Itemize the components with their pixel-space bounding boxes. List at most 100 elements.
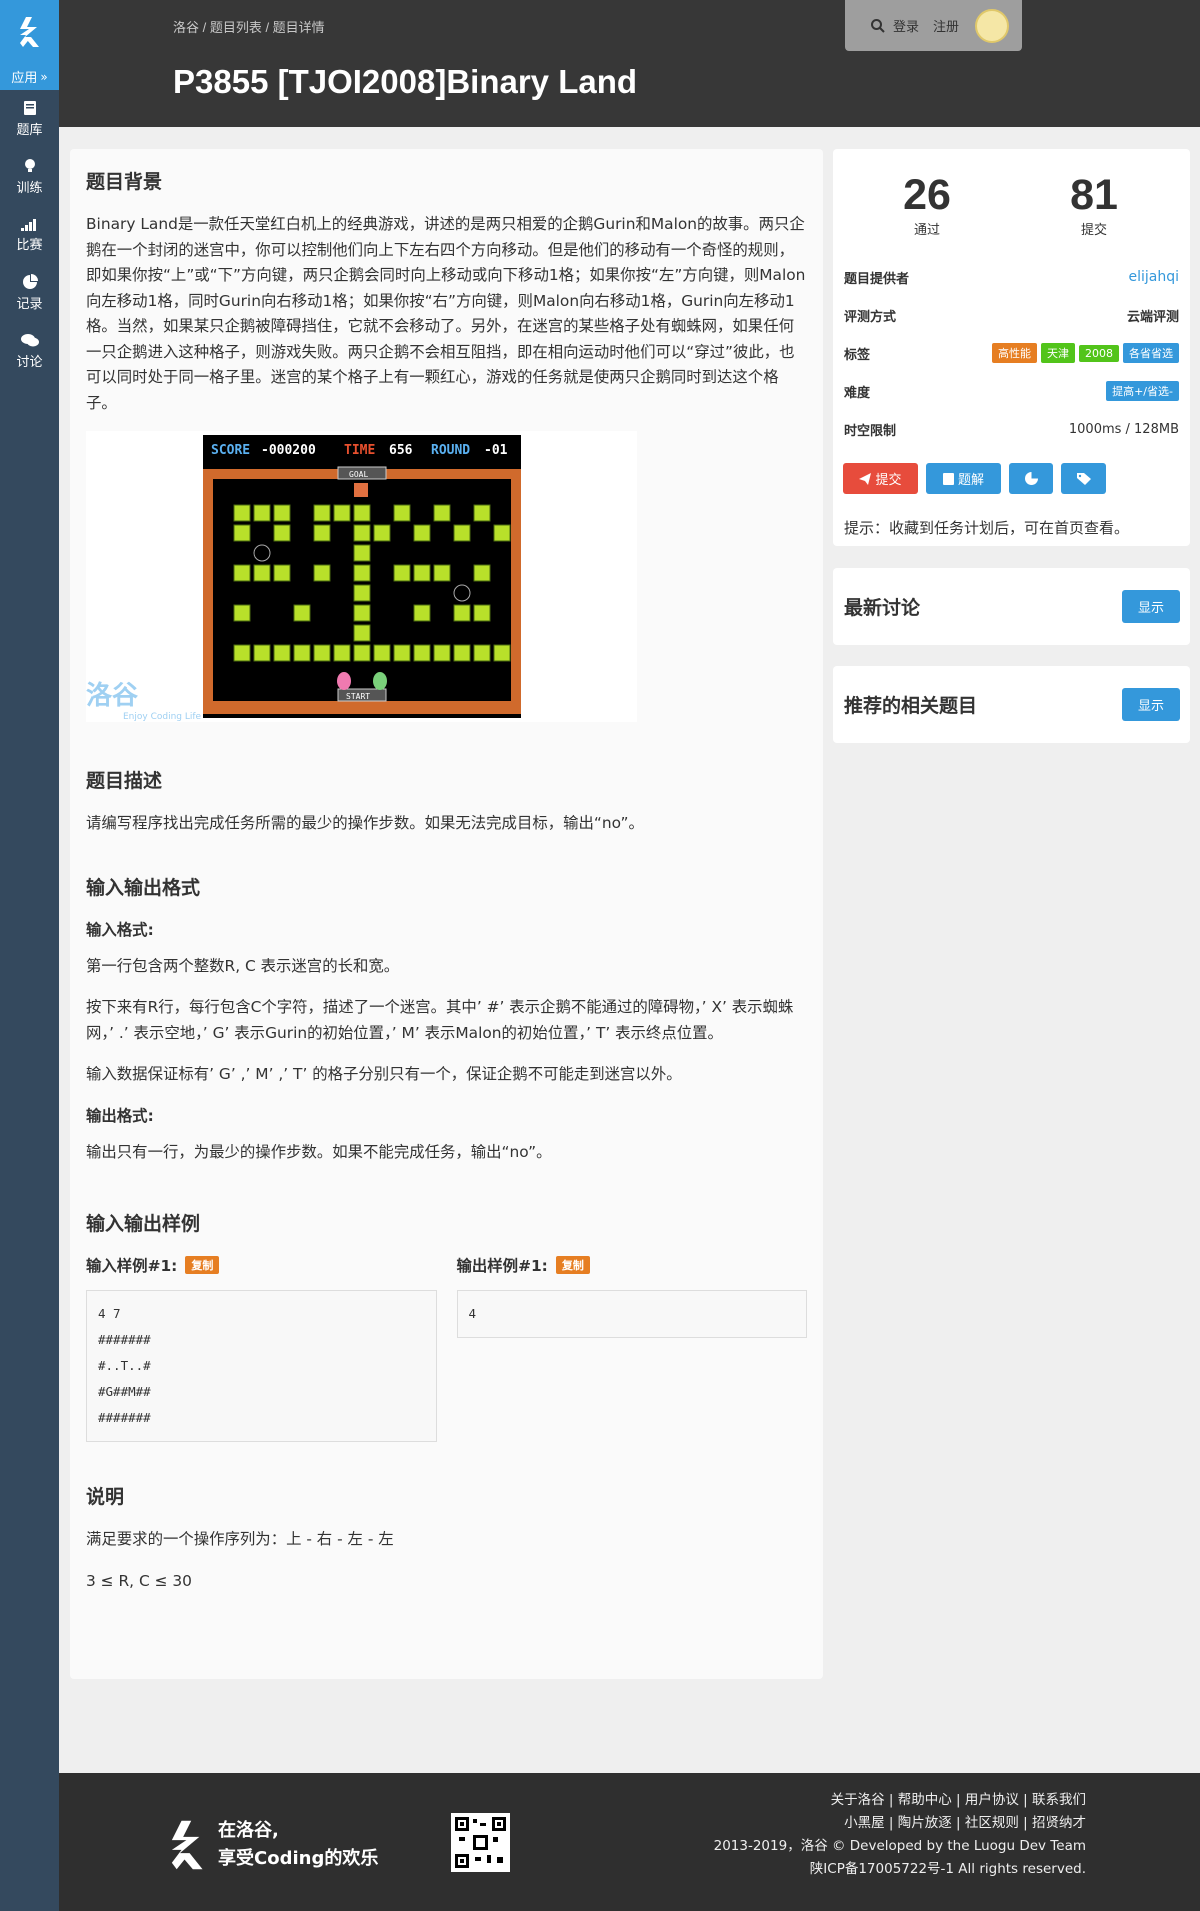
sample-input-heading: 输入样例#1: 复制: [86, 1254, 437, 1276]
provider-row: 题目提供者 elijahqi: [844, 266, 1179, 288]
difficulty-badge: 提高+/省选-: [1106, 381, 1179, 401]
tag-icon: [1076, 472, 1091, 485]
page-title: P3855 [TJOI2008]Binary Land: [173, 63, 638, 100]
sidebar-item-label: 题库: [16, 123, 43, 138]
related-show-button[interactable]: 显示: [1122, 688, 1180, 721]
footer-logo-icon: [167, 1815, 209, 1879]
score-value: -000200: [261, 443, 316, 458]
notes-p2: 3 ≤ R, C ≤ 30: [86, 1571, 192, 1590]
avatar[interactable]: [975, 8, 1010, 43]
sample-output-label: 输出样例#1:: [456, 1257, 548, 1275]
qr-code: [451, 1813, 510, 1872]
input-format-title: 输入格式:: [86, 920, 154, 939]
judge-value: 云端评测: [1126, 309, 1179, 325]
sample-output-block: 输出样例#1: 复制 4: [456, 1254, 807, 1442]
copy-output-button[interactable]: 复制: [555, 1256, 590, 1274]
sidebar-item-label: 比赛: [16, 238, 43, 253]
app-menu-label: 应用: [11, 71, 38, 86]
time-value: 656: [389, 443, 413, 458]
tag-item[interactable]: 2008: [1079, 345, 1119, 362]
game-screenshot: SCORE -000200 TIME 656 ROUND -01 GOAL ST…: [86, 431, 637, 722]
submitted-count: 81: [1070, 171, 1118, 219]
footer-slogan: 在洛谷, 享受Coding的欢乐: [218, 1817, 378, 1873]
tags-list: 高性能 天津 2008 各省省选: [988, 343, 1179, 363]
sidebar-item-contest[interactable]: 比赛: [0, 206, 59, 264]
accepted-label: 通过: [913, 223, 940, 238]
accepted-stat: 26 通过: [877, 171, 977, 238]
problem-info-card: 26 通过 81 提交 题目提供者 elijahqi 评测方式 云端评测 标签 …: [833, 149, 1190, 546]
output-format-title: 输出格式:: [86, 1106, 154, 1125]
sidebar-item-training[interactable]: 训练: [0, 148, 59, 206]
accepted-count: 26: [903, 171, 951, 219]
sidebar-item-problems[interactable]: 题库: [0, 90, 59, 148]
book-icon: [23, 101, 36, 115]
breadcrumb[interactable]: 洛谷 / 题目列表 / 题目详情: [173, 17, 325, 36]
double-chevron-right-icon: »: [40, 69, 48, 84]
tag-item[interactable]: 高性能: [992, 343, 1037, 363]
start-label: START: [346, 692, 370, 701]
bulb-icon: [24, 159, 35, 172]
slogan-line1: 在洛谷,: [218, 1820, 279, 1841]
app-menu-button[interactable]: 应用 »: [0, 63, 59, 90]
round-value: -01: [484, 443, 508, 458]
favorite-hint: 提示：收藏到任务计划后，可在首页查看。: [844, 519, 1130, 537]
submit-button-label: 提交: [875, 473, 902, 488]
related-title: 推荐的相关题目: [844, 696, 978, 717]
sample-input-block: 输入样例#1: 复制 4 7 ####### #..T..# #G##M## ##…: [86, 1254, 437, 1442]
sidebar-item-label: 训练: [16, 181, 43, 196]
comments-icon: [20, 333, 39, 346]
time-label: TIME: [344, 443, 375, 458]
description-text: 请编写程序找出完成任务所需的最少的操作步数。如果无法完成目标，输出“no”。: [86, 814, 644, 832]
footer-icp[interactable]: 陕ICP备17005722号-1 All rights reserved.: [714, 1858, 1086, 1881]
paper-plane-icon: [859, 472, 872, 485]
tags-button[interactable]: [1061, 463, 1106, 494]
difficulty-row: 难度 提高+/省选-: [844, 380, 1179, 402]
pie-icon: [22, 274, 38, 289]
limit-value: 1000ms / 128MB: [1068, 421, 1179, 437]
page-header: 洛谷 / 题目列表 / 题目详情 P3855 [TJOI2008]Binary …: [59, 0, 1200, 127]
round-label: ROUND: [431, 443, 470, 458]
footer-links-row2[interactable]: 小黑屋 | 陶片放逐 | 社区规则 | 招贤纳才: [714, 1812, 1086, 1835]
search-icon[interactable]: [871, 18, 885, 33]
notes-p1: 满足要求的一个操作序列为：上 - 右 - 左 - 左: [86, 1530, 394, 1548]
user-box: 登录 注册: [845, 0, 1022, 51]
limit-label: 时空限制: [844, 423, 897, 439]
footer-copyright: 2013-2019，洛谷 © Developed by the Luogu De…: [713, 1838, 1086, 1854]
watermark-text: 洛谷: [86, 680, 139, 711]
input-format-p3: 输入数据保证标有’ G’ ,’ M’ ,’ T’ 的格子分别只有一个，保证企鹅不…: [86, 1065, 682, 1083]
sample-output-code[interactable]: 4: [456, 1290, 807, 1338]
tags-row: 标签 高性能 天津 2008 各省省选: [844, 342, 1179, 364]
solution-button[interactable]: 题解: [926, 463, 1001, 494]
watermark-subtext: Enjoy Coding Life: [123, 712, 202, 722]
submit-button[interactable]: 提交: [843, 463, 918, 494]
samples-row: 输入样例#1: 复制 4 7 ####### #..T..# #G##M## ##…: [86, 1254, 807, 1442]
judge-row: 评测方式 云端评测: [844, 304, 1179, 326]
background-title: 题目背景: [86, 172, 163, 193]
sidebar-item-discuss[interactable]: 讨论: [0, 322, 59, 380]
luogu-logo-icon[interactable]: [0, 0, 59, 63]
judge-label: 评测方式: [844, 309, 897, 325]
problem-card: 题目背景 Binary Land是一款任天堂红白机上的经典游戏，讲述的是两只相爱…: [70, 149, 823, 1679]
input-format-p1: 第一行包含两个整数R, C 表示迷宫的长和宽。: [86, 956, 400, 975]
limit-row: 时空限制 1000ms / 128MB: [844, 418, 1179, 440]
footer-links-row1[interactable]: 关于洛谷 | 帮助中心 | 用户协议 | 联系我们: [714, 1789, 1086, 1812]
stats-button[interactable]: [1009, 463, 1053, 494]
provider-link[interactable]: elijahqi: [1128, 269, 1179, 285]
output-format-text: 输出只有一行，为最少的操作步数。如果不能完成任务，输出“no”。: [86, 1142, 552, 1161]
login-link[interactable]: 登录: [893, 16, 919, 35]
goal-label: GOAL: [349, 470, 368, 479]
tag-item[interactable]: 天津: [1041, 343, 1075, 363]
sidebar: 应用 » 题库 训练 比赛 记录 讨论: [0, 0, 59, 1911]
footer: 在洛谷, 享受Coding的欢乐 关于洛谷 | 帮助中心 | 用户协议 | 联系…: [59, 1773, 1200, 1911]
copy-input-button[interactable]: 复制: [185, 1256, 220, 1274]
pie-icon: [1024, 472, 1038, 485]
sample-input-code[interactable]: 4 7 ####### #..T..# #G##M## #######: [86, 1290, 437, 1442]
submitted-stat: 81 提交: [1044, 171, 1144, 238]
sidebar-item-records[interactable]: 记录: [0, 264, 59, 322]
register-link[interactable]: 注册: [933, 16, 959, 35]
discussions-show-button[interactable]: 显示: [1122, 590, 1180, 623]
tag-item[interactable]: 各省省选: [1123, 343, 1179, 363]
difficulty-label: 难度: [844, 385, 871, 401]
submitted-label: 提交: [1080, 223, 1107, 238]
io-format-title: 输入输出格式: [86, 877, 201, 899]
